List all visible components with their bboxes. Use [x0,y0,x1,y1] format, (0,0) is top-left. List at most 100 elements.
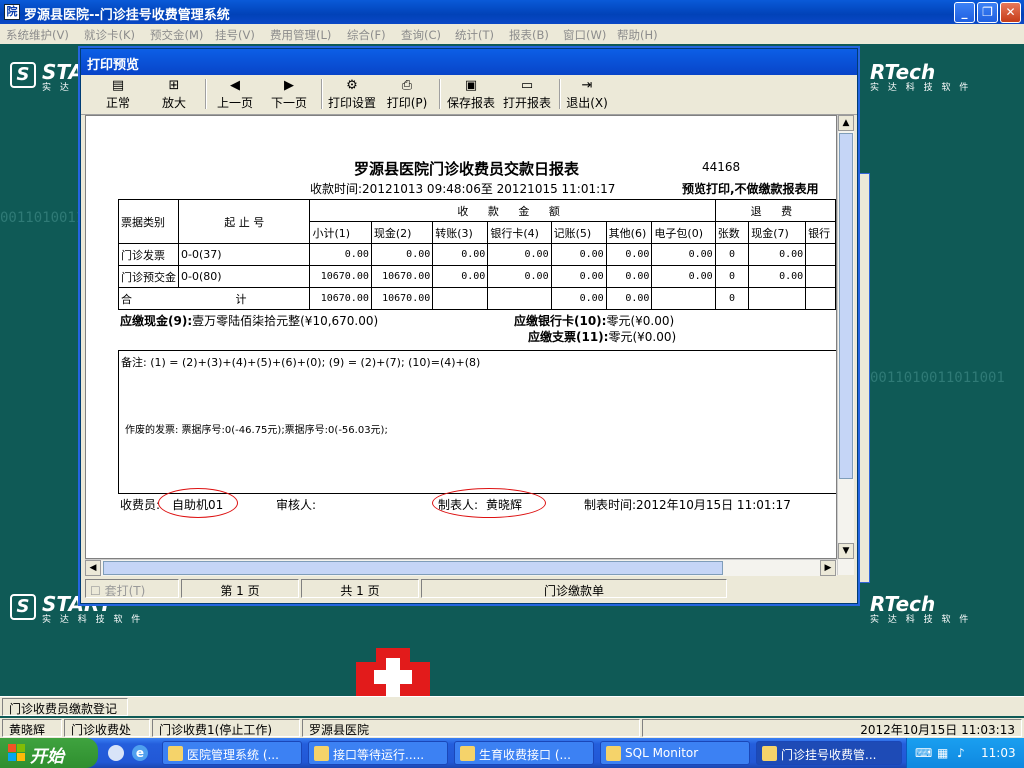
menu-help[interactable]: 帮助(H) [617,27,658,43]
reviewer-label: 审核人: [276,498,317,512]
col-type-header: 票据类别 [118,199,179,244]
printer-icon: ⎙ [401,78,413,93]
open-report-button[interactable]: ▭ 打开报表 [501,77,553,113]
preview-toolbar: ▤ 正常 ⊞ 放大 ◀ 上一页 ▶ 下一页 ⚙ 打印设置 ⎙ 打印(P) ▣ 保存报表 ▭ 打开… [81,75,857,115]
vertical-scrollbar[interactable]: ▲ ▼ [837,115,854,575]
save-report-button[interactable]: ▣ 保存报表 [445,77,497,113]
hospital-app-icon[interactable]: 院 [4,4,20,20]
print-setup-button[interactable]: ⚙ 打印设置 [327,77,377,113]
task-hospital-mgmt[interactable]: 医院管理系统 (... [162,741,302,765]
scroll-thumb[interactable] [103,561,723,575]
system-tray: ⌨ ▦ ♪ 11:03 [906,738,1024,768]
menu-deposit[interactable]: 预交金(M) [150,27,203,43]
col-count: 张数 [714,221,750,244]
close-button[interactable]: ✕ [1000,2,1021,23]
report-number: 44168 [702,160,741,174]
zoom-button[interactable]: ⊞ 放大 [157,77,191,113]
toolbar-separator [559,79,561,109]
scroll-thumb[interactable] [839,133,853,479]
next-page-button[interactable]: ▶ 下一页 [269,77,309,113]
brand-sub-left-bottom: 实 达 科 技 软 件 [42,615,144,625]
app-status-bar: 黄晓辉 门诊收费处 门诊收费1(停止工作) 罗源县医院 2012年10月15日 … [0,718,1024,738]
report-page: 罗源县医院门诊收费员交款日报表 44168 收款时间:20121013 09:4… [85,115,837,559]
scroll-right-icon[interactable]: ▶ [820,560,836,576]
menu-card[interactable]: 就诊卡(K) [84,27,135,43]
check-due-label: 应缴支票(11): [528,330,609,344]
red-cross-logo-icon [356,648,430,696]
report-table: 票据类别 起 止 号 收 款 金 额 退 费 小计(1) 现金(2) 转账(3)… [117,199,836,310]
desktop-quicklaunch-icon[interactable] [108,745,124,761]
col-cash: 现金(2) [370,221,434,244]
start-button[interactable]: 开始 [0,738,98,768]
scroll-left-icon[interactable]: ◀ [85,560,101,576]
app-icon [168,746,183,761]
col-account: 记账(5) [550,221,607,244]
report-title: 罗源县医院门诊收费员交款日报表 [354,160,580,178]
minimize-button[interactable]: _ [954,2,975,23]
menu-general[interactable]: 综合(F) [347,27,386,43]
horizontal-scrollbar[interactable]: ◀ ▶ [85,559,837,576]
task-sql-monitor[interactable]: SQL Monitor [600,741,750,765]
windows-flag-icon [8,744,25,761]
page-icon: ▤ [111,78,125,93]
bank-due-label: 应缴银行卡(10): [514,314,607,328]
sql-monitor-icon [606,746,621,761]
current-page: 第 1 页 [181,579,299,598]
keyboard-icon[interactable]: ⌨ [915,746,932,760]
income-header: 收 款 金 额 [309,199,716,222]
start-logo-icon: S [10,62,36,88]
remarks-text: 备注: (1) = (2)+(3)+(4)+(5)+(6)+(0); (9) =… [121,356,481,369]
binary-decoration: 0011010011011001 [870,370,1005,386]
brand-sub-right-bottom: 实 达 科 技 软 件 [870,615,972,625]
save-icon: ▣ [464,78,478,93]
tab-cashier-registration[interactable]: 门诊收费员缴款登记 [2,698,128,716]
exit-button[interactable]: ⇥ 退出(X) [565,77,609,113]
task-maternity-fee[interactable]: 生育收费接口 (... [454,741,594,765]
network-icon[interactable]: ▦ [937,746,948,760]
menu-register[interactable]: 挂号(V) [215,27,255,43]
menu-stats[interactable]: 统计(T) [455,27,494,43]
print-preview-dialog: 打印预览 ▤ 正常 ⊞ 放大 ◀ 上一页 ▶ 下一页 ⚙ 打印设置 ⎙ 打印(P) ▣ 保存报… [80,48,858,604]
highlight-oval [158,488,238,518]
volume-icon[interactable]: ♪ [957,746,965,760]
void-invoices-text: 作废的发票: 票据序号:0(-46.75元);票据序号:0(-56.03元); [125,425,388,436]
task-interface-wait[interactable]: 接口等待运行..... [308,741,448,765]
menu-reports[interactable]: 报表(B) [509,27,549,43]
app-title-bar: 院 罗源县医院--门诊挂号收费管理系统 _ ❐ ✕ [0,0,1024,24]
ie-quicklaunch-icon[interactable]: e [132,745,148,761]
app-icon [314,746,329,761]
highlight-oval [432,488,546,518]
document-name: 门诊缴款单 [421,579,727,598]
task-registration-fee[interactable]: 门诊挂号收费管... [756,741,902,765]
toolbar-separator [321,79,323,109]
exit-icon: ⇥ [581,78,593,93]
restore-button[interactable]: ❐ [977,2,998,23]
col-transfer: 转账(3) [432,221,489,244]
refund-header: 退 费 [714,199,836,222]
menu-bar: 系统维护(V) 就诊卡(K) 预交金(M) 挂号(V) 费用管理(L) 综合(F… [0,24,1024,44]
col-epurse: 电子包(0) [651,221,716,244]
clock[interactable]: 11:03 [981,746,1016,760]
scroll-down-icon[interactable]: ▼ [838,543,854,559]
open-folder-icon: ▭ [520,78,534,93]
made-time: 制表时间:2012年10月15日 11:01:17 [584,498,791,512]
windows-taskbar: 开始 e 医院管理系统 (... 接口等待运行..... 生育收费接口 (...… [0,738,1024,768]
bank-due-value: 零元(¥0.00) [606,314,675,328]
overprint-checkbox[interactable]: ☐ 套打(T) [85,579,179,598]
normal-view-button[interactable]: ▤ 正常 [101,77,135,113]
col-refund-cash: 现金(7) [748,221,807,244]
total-row: 合 计 10670.00 10670.00 0.00 0.00 0 [117,287,836,310]
menu-window[interactable]: 窗口(W) [563,27,606,43]
menu-fees[interactable]: 费用管理(L) [270,27,331,43]
menu-query[interactable]: 查询(C) [401,27,441,43]
menu-system[interactable]: 系统维护(V) [6,27,69,43]
prev-page-button[interactable]: ◀ 上一页 [215,77,255,113]
col-range-header: 起 止 号 [177,199,311,244]
brand-sub-right: 实 达 科 技 软 件 [870,83,972,93]
remarks-box: 备注: (1) = (2)+(3)+(4)+(5)+(6)+(0); (9) =… [118,350,836,494]
status-dept: 门诊收费处 [64,719,150,737]
status-station: 门诊收费1(停止工作) [152,719,300,737]
cash-due-value: 壹万零陆佰柒拾元整(¥10,670.00) [192,314,379,328]
print-button[interactable]: ⎙ 打印(P) [385,77,429,113]
scroll-up-icon[interactable]: ▲ [838,115,854,131]
